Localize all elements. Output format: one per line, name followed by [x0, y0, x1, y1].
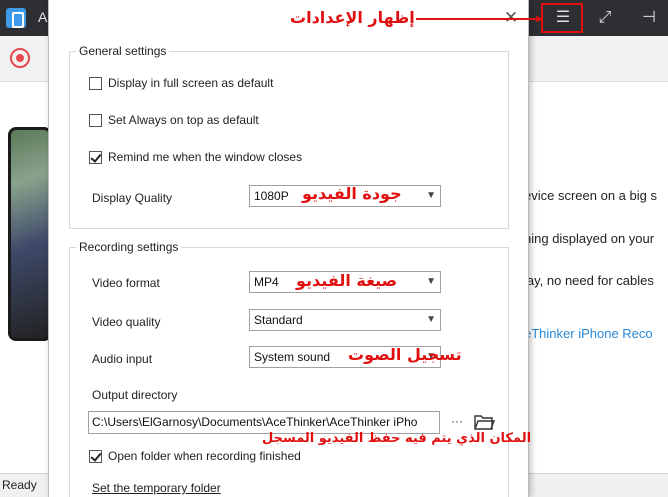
phone-mirror-icon: [6, 8, 26, 28]
audio-input-label: Audio input: [92, 352, 153, 366]
temporary-folder-link[interactable]: Set the temporary folder: [92, 481, 221, 495]
group-title: General settings: [76, 44, 170, 58]
checkbox-box[interactable]: [89, 76, 102, 90]
description-line: lay, no need for cables: [524, 273, 654, 288]
annotation-arrow: [416, 16, 544, 22]
chevron-down-icon: ▼: [426, 314, 436, 325]
annotation-audio-recording: تسجيل الصوت: [348, 345, 462, 364]
video-format-label: Video format: [92, 276, 160, 290]
checkbox-box[interactable]: [89, 449, 102, 463]
output-directory-label: Output directory: [92, 388, 178, 402]
phone-preview: [8, 127, 52, 341]
open-folder-checkbox[interactable]: Open folder when recording finished: [89, 449, 301, 463]
annotation-save-location: المكان الذي يتم فيه حفظ الفيديو المسجل: [262, 431, 532, 446]
chevron-down-icon: ▼: [426, 276, 436, 287]
pin-icon[interactable]: ⊣: [634, 4, 664, 32]
group-title: Recording settings: [76, 240, 182, 254]
checkbox-label: Set Always on top as default: [108, 113, 259, 127]
select-value: Standard: [254, 313, 303, 327]
checkbox-box[interactable]: [89, 150, 102, 164]
annotation-video-format: صيغة الفيديو: [296, 271, 398, 290]
select-value: System sound: [254, 350, 331, 364]
video-quality-label: Video quality: [92, 315, 161, 329]
checkbox-label: Display in full screen as default: [108, 76, 274, 90]
checkbox-label: Open folder when recording finished: [108, 449, 301, 463]
product-link[interactable]: eThinker iPhone Reco: [524, 326, 653, 341]
display-quality-label: Display Quality: [92, 191, 173, 205]
description-line: evice screen on a big s: [524, 188, 657, 203]
record-icon[interactable]: [10, 48, 30, 68]
annotation-video-quality: جودة الفيديو: [302, 184, 402, 203]
expand-icon[interactable]: ⤢: [590, 4, 620, 32]
select-value: 1080P: [254, 189, 289, 203]
select-value: MP4: [254, 275, 279, 289]
always-on-top-checkbox[interactable]: Set Always on top as default: [89, 113, 259, 127]
settings-dialog: ✕ General settings Display in full scree…: [48, 0, 529, 497]
remind-on-close-checkbox[interactable]: Remind me when the window closes: [89, 150, 302, 164]
checkbox-label: Remind me when the window closes: [108, 150, 303, 164]
annotation-show-settings: إظهار الإعدادات: [290, 8, 415, 27]
full-screen-checkbox[interactable]: Display in full screen as default: [89, 76, 273, 90]
status-text: Ready: [2, 478, 37, 492]
chevron-down-icon: ▼: [426, 190, 436, 201]
checkbox-box[interactable]: [89, 113, 102, 127]
description-line: hing displayed on your: [524, 231, 655, 246]
app-title: A: [38, 9, 48, 25]
settings-highlight-box: [541, 3, 583, 33]
video-quality-select[interactable]: Standard ▼: [249, 309, 441, 331]
